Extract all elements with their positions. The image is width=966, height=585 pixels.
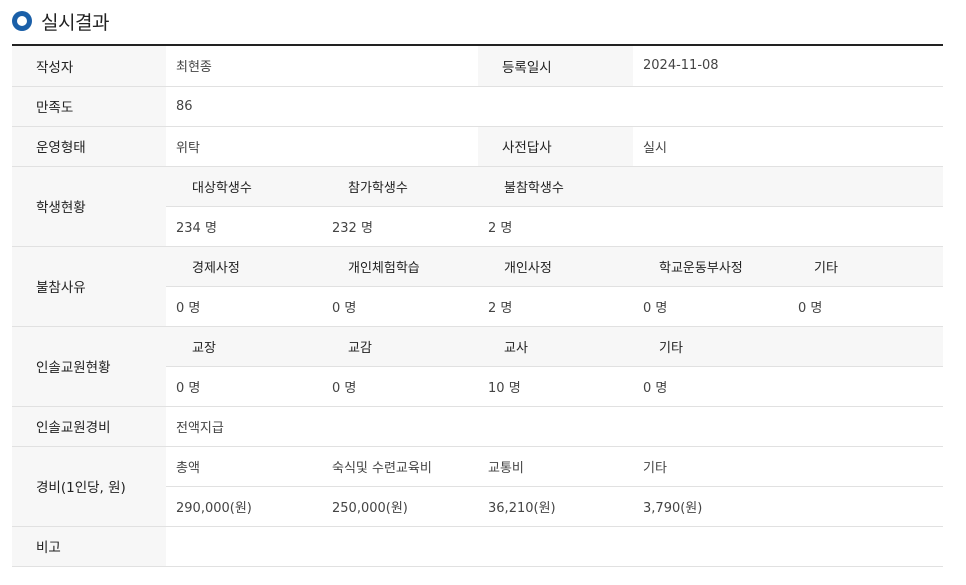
section-title: 실시결과	[41, 11, 109, 34]
survey-label: 사전답사	[478, 126, 634, 167]
survey-value: 실시	[633, 126, 944, 167]
satisfaction-label: 만족도	[12, 86, 166, 127]
table-row: 인솔교원경비 전액지급	[12, 406, 944, 447]
circle-bullet-icon	[12, 11, 32, 31]
teachers-value: 10 명	[478, 366, 634, 407]
absence-header: 개인체험학습	[322, 246, 479, 287]
cost-value: 250,000(원)	[322, 486, 479, 527]
cost-label: 경비(1인당, 원)	[12, 446, 166, 527]
note-value	[166, 526, 944, 567]
students-value: 2 명	[478, 206, 634, 247]
absence-value: 0 명	[788, 286, 944, 327]
author-label: 작성자	[12, 46, 166, 87]
table-row: 만족도 86	[12, 86, 944, 127]
teachers-value: 0 명	[322, 366, 479, 407]
teachers-header: 교장	[166, 326, 322, 367]
absence-value: 0 명	[322, 286, 479, 327]
reg-date-value: 2024-11-08	[633, 46, 944, 87]
students-label: 학생현황	[12, 166, 166, 247]
cost-value: 36,210(원)	[478, 486, 634, 527]
teachers-header: 기타	[633, 326, 789, 367]
table-row: 비고	[12, 526, 944, 567]
table-row: 학생현황 대상학생수 참가학생수 불참학생수	[12, 166, 944, 247]
cost-header: 기타	[633, 446, 789, 487]
students-header: 참가학생수	[322, 166, 479, 207]
students-value: 232 명	[322, 206, 479, 247]
teacher-cost-value: 전액지급	[166, 406, 944, 447]
result-panel: 실시결과 작성자 최현종 등록일시 2024-11-08 만족도 86 운영형태…	[0, 0, 966, 585]
cost-value: 290,000(원)	[166, 486, 322, 527]
table-row: 경비(1인당, 원) 총액 숙식및 수련교육비 교통비 기타	[12, 446, 944, 527]
satisfaction-value: 86	[166, 86, 944, 127]
teachers-header: 교사	[478, 326, 634, 367]
author-value: 최현종	[166, 46, 479, 87]
note-label: 비고	[12, 526, 166, 567]
students-header: 대상학생수	[166, 166, 322, 207]
students-header: 불참학생수	[478, 166, 634, 207]
absence-header: 경제사정	[166, 246, 322, 287]
absence-value: 0 명	[166, 286, 322, 327]
operation-label: 운영형태	[12, 126, 166, 167]
table-row: 작성자 최현종 등록일시 2024-11-08	[12, 46, 944, 87]
absence-value: 0 명	[633, 286, 789, 327]
section-header: 실시결과	[12, 6, 109, 36]
cost-header: 교통비	[478, 446, 634, 487]
teacher-cost-label: 인솔교원경비	[12, 406, 166, 447]
absence-header: 기타	[788, 246, 944, 287]
cost-header: 숙식및 수련교육비	[322, 446, 479, 487]
teachers-header: 교감	[322, 326, 479, 367]
students-value: 234 명	[166, 206, 322, 247]
table-row: 불참사유 경제사정 개인체험학습 개인사정 학교운동부사정 기타	[12, 246, 944, 327]
cost-value: 3,790(원)	[633, 486, 789, 527]
absence-label: 불참사유	[12, 246, 166, 327]
table-row: 운영형태 위탁 사전답사 실시	[12, 126, 944, 167]
table-row: 인솔교원현황 교장 교감 교사 기타	[12, 326, 944, 407]
absence-value: 2 명	[478, 286, 634, 327]
teachers-label: 인솔교원현황	[12, 326, 166, 407]
absence-header: 학교운동부사정	[633, 246, 789, 287]
teachers-value: 0 명	[166, 366, 322, 407]
operation-value: 위탁	[166, 126, 479, 167]
absence-header: 개인사정	[478, 246, 634, 287]
cost-header: 총액	[166, 446, 322, 487]
teachers-value: 0 명	[633, 366, 789, 407]
result-table: 작성자 최현종 등록일시 2024-11-08 만족도 86 운영형태 위탁 사…	[12, 46, 944, 567]
reg-date-label: 등록일시	[478, 46, 634, 87]
